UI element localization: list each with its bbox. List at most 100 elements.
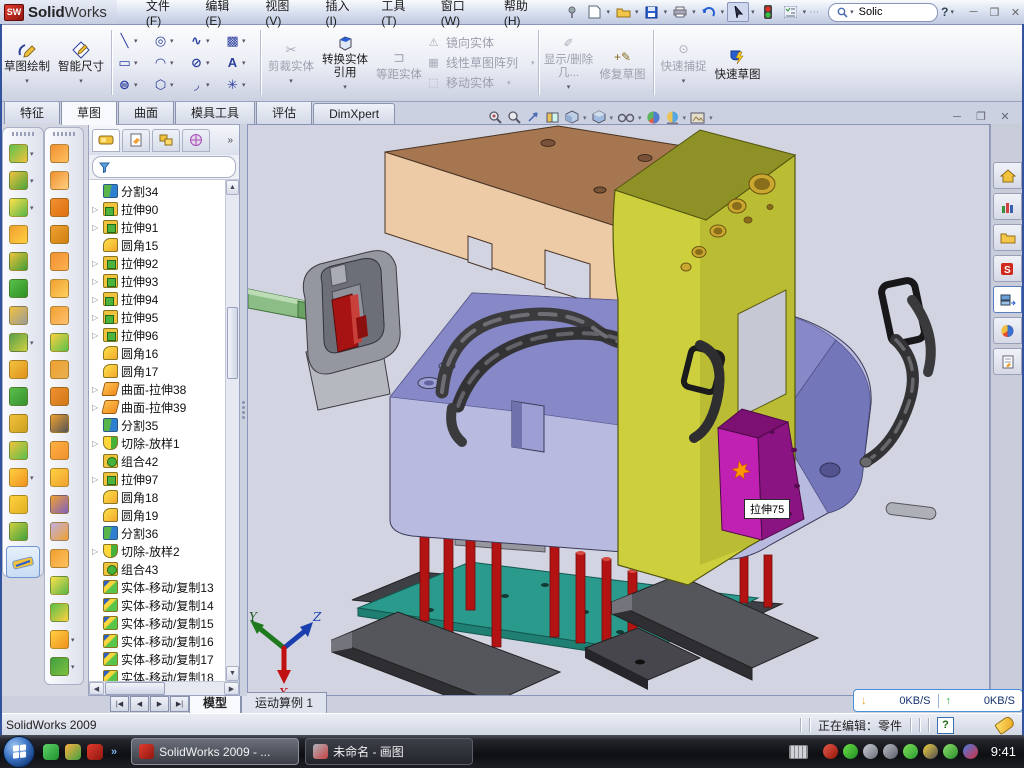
tree-item[interactable]: ▷ 实体-移动/复制13: [89, 578, 225, 596]
select-arrow-icon[interactable]: [727, 2, 749, 22]
delete-face-icon[interactable]: [50, 414, 69, 433]
planar-surface-icon[interactable]: [50, 306, 69, 325]
taskbar-task-button[interactable]: SolidWorks 2009 - ...: [131, 738, 299, 765]
mirror-body-icon[interactable]: [50, 549, 69, 568]
rib-icon[interactable]: [9, 360, 28, 379]
sketch-tool[interactable]: ∿▾: [187, 30, 221, 52]
options-list-icon[interactable]: [781, 3, 801, 21]
propertymanager-tab[interactable]: [122, 129, 150, 152]
overflow-icon[interactable]: ⋯: [809, 7, 819, 18]
expand-arrow-icon[interactable]: ▷: [92, 547, 100, 556]
scroll-left-icon[interactable]: ◀: [89, 682, 104, 695]
flex-icon[interactable]: [50, 144, 69, 163]
linear-pattern-icon[interactable]: [9, 333, 28, 352]
curve-icon[interactable]: [9, 522, 28, 541]
feature-wizard-icon[interactable]: [9, 306, 28, 325]
draft-icon[interactable]: [9, 279, 28, 298]
tree-item[interactable]: ▷ 圆角17: [89, 362, 225, 380]
next-tab-button[interactable]: ▶: [150, 696, 169, 712]
tree-item[interactable]: ▷ 拉伸96: [89, 326, 225, 344]
tree-item[interactable]: ▷ 分割34: [89, 182, 225, 200]
tree-item[interactable]: ▷ 圆角19: [89, 506, 225, 524]
offset-entities-button[interactable]: ⊐ 等距实体: [372, 24, 426, 101]
insert-part-icon[interactable]: [9, 468, 28, 487]
rapid-sketch-button[interactable]: 快速草图: [711, 24, 765, 101]
expand-arrow-icon[interactable]: ▷: [92, 277, 100, 286]
ribbon-tab[interactable]: 模具工具: [175, 100, 255, 124]
search-box[interactable]: ▾: [828, 3, 938, 22]
delete-body-icon[interactable]: [9, 495, 28, 514]
solidworks-resources-tab[interactable]: [993, 162, 1022, 189]
sketch-tool[interactable]: A▾: [223, 52, 257, 74]
health-shield-icon[interactable]: [943, 744, 958, 759]
spline-handle-icon[interactable]: [50, 657, 69, 676]
cavity-block[interactable]: [303, 251, 400, 410]
sketch-tool[interactable]: ⊘▾: [187, 52, 221, 74]
tree-item[interactable]: ▷ 拉伸97: [89, 470, 225, 488]
menu-item[interactable]: 文件(F): [135, 0, 192, 31]
split-line-icon[interactable]: [50, 495, 69, 514]
edit-appearance-icon[interactable]: [646, 110, 661, 125]
messenger-icon[interactable]: [43, 744, 59, 760]
scroll-thumb[interactable]: [227, 307, 238, 379]
tree-item[interactable]: ▷ 拉伸91: [89, 218, 225, 236]
tree-item[interactable]: ▷ 圆角18: [89, 488, 225, 506]
boundary-icon[interactable]: [50, 252, 69, 271]
expand-arrow-icon[interactable]: ▷: [92, 385, 100, 394]
volume-icon[interactable]: [883, 744, 898, 759]
network-speed-widget[interactable]: ↓0KB/S ↑0KB/S: [853, 689, 1023, 712]
tree-item[interactable]: ▷ 组合42: [89, 452, 225, 470]
menu-item[interactable]: 帮助(H): [493, 0, 552, 31]
tree-item[interactable]: ▷ 实体-移动/复制16: [89, 632, 225, 650]
smart-dimension-button[interactable]: 智能尺寸▾: [54, 24, 108, 101]
display-style-icon[interactable]: [591, 110, 607, 125]
solidworks-search-tab[interactable]: S: [993, 255, 1022, 282]
tree-item[interactable]: ▷ 圆角15: [89, 236, 225, 254]
ribbon-tab[interactable]: 特征: [4, 100, 60, 124]
tree-horizontal-scrollbar[interactable]: ◀ ▶: [89, 681, 239, 695]
expand-arrow-icon[interactable]: ▷: [92, 475, 100, 484]
zoom-fit-icon[interactable]: [488, 110, 503, 125]
configurationmanager-tab[interactable]: [152, 129, 180, 152]
system-gear-icon[interactable]: [863, 744, 878, 759]
view-settings-icon[interactable]: [690, 111, 706, 125]
tree-item[interactable]: ▷ 拉伸90: [89, 200, 225, 218]
keyboard-layout-icon[interactable]: [789, 745, 808, 759]
menu-item[interactable]: 编辑(E): [194, 0, 252, 31]
rebuild-traffic-light-icon[interactable]: [758, 3, 778, 21]
tree-item[interactable]: ▷ 组合43: [89, 560, 225, 578]
doc-restore-icon[interactable]: ❐: [972, 109, 990, 124]
scroll-thumb[interactable]: [105, 682, 165, 695]
doc-minimize-icon[interactable]: ─: [948, 109, 966, 124]
expand-arrow-icon[interactable]: ▷: [92, 259, 100, 268]
wrap-icon[interactable]: [50, 468, 69, 487]
scroll-down-icon[interactable]: ▼: [226, 666, 239, 681]
toolbar-grip[interactable]: [12, 132, 34, 136]
last-tab-button[interactable]: ▶|: [170, 696, 189, 712]
view-palette-tab[interactable]: [993, 286, 1022, 313]
scroll-up-icon[interactable]: ▲: [226, 180, 239, 195]
tag-icon[interactable]: [994, 715, 1016, 735]
zoom-area-icon[interactable]: [507, 110, 522, 125]
hide-show-items-icon[interactable]: [617, 111, 635, 124]
sketch-tool[interactable]: ✳▾: [223, 74, 257, 96]
tree-item[interactable]: ▷ 拉伸92: [89, 254, 225, 272]
lofted-boss-icon[interactable]: [9, 252, 28, 271]
tree-item[interactable]: ▷ 拉伸93: [89, 272, 225, 290]
fillet-full-icon[interactable]: [50, 576, 69, 595]
expand-arrow-icon[interactable]: ▷: [92, 439, 100, 448]
ribbon-tab[interactable]: 草图: [61, 100, 117, 125]
expand-arrow-icon[interactable]: ▷: [92, 403, 100, 412]
extruded-cut-icon[interactable]: [9, 171, 28, 190]
new-file-icon[interactable]: [585, 3, 605, 21]
extruded-boss-icon[interactable]: [9, 144, 28, 163]
expand-arrow-icon[interactable]: ▷: [92, 331, 100, 340]
tree-filter[interactable]: [92, 156, 236, 178]
deform-icon[interactable]: [50, 171, 69, 190]
expand-arrow-icon[interactable]: ▷: [92, 205, 100, 214]
quick-tips-icon[interactable]: ?: [937, 717, 954, 734]
ribbon-tab[interactable]: DimXpert: [313, 103, 395, 124]
section-view-icon[interactable]: [545, 110, 560, 125]
tree-item[interactable]: ▷ 切除-放样1: [89, 434, 225, 452]
design-library-tab[interactable]: [993, 193, 1022, 220]
